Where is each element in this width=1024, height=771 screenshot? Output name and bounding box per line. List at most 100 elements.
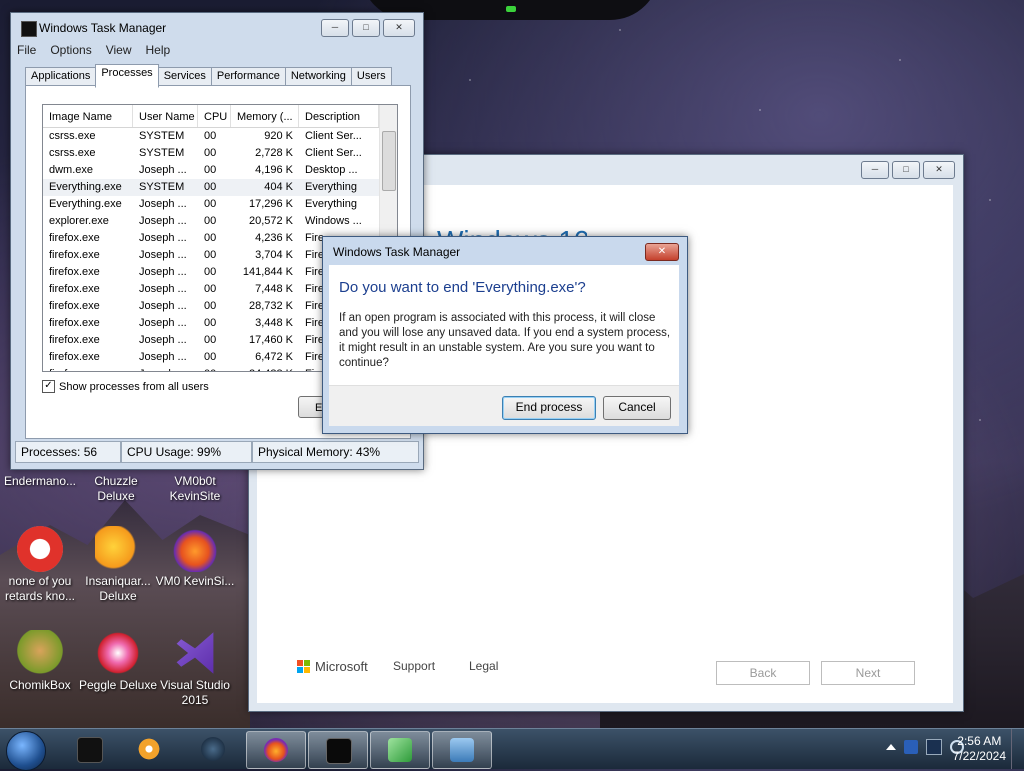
tm-caption-buttons: ─ □ ✕: [321, 19, 415, 37]
table-row[interactable]: csrss.exe SYSTEM 00 2,728 K Client Ser...: [43, 145, 397, 162]
table-row[interactable]: dwm.exe Joseph ... 00 4,196 K Desktop ...: [43, 162, 397, 179]
desktop-icon-label: Insaniquar... Deluxe: [85, 574, 151, 603]
taskbar-app-2[interactable]: [120, 731, 178, 767]
table-cell: Joseph ...: [139, 198, 187, 210]
desktop-icon-chomikbox[interactable]: ChomikBox: [0, 630, 80, 693]
network-icon[interactable]: [926, 739, 942, 755]
microsoft-logo-icon: [297, 660, 310, 673]
desktop-icon-visual-studio[interactable]: Visual Studio 2015: [155, 630, 235, 708]
table-cell: Joseph ...: [139, 283, 187, 295]
close-button[interactable]: ✕: [923, 161, 955, 179]
table-cell: 00: [204, 164, 217, 176]
desktop-icon-label: VM0b0t KevinSite: [169, 474, 221, 503]
table-cell: SYSTEM: [139, 130, 185, 142]
taskbar-task-manager[interactable]: [308, 731, 368, 769]
table-cell: 00: [204, 147, 217, 159]
maximize-button[interactable]: □: [892, 161, 920, 179]
table-cell: 3,704 K: [255, 249, 293, 261]
menu-bar: File Options View Help: [17, 43, 170, 57]
support-link[interactable]: Support: [393, 659, 435, 673]
desktop-icon-vm0b0t[interactable]: VM0b0t KevinSite: [155, 474, 235, 504]
shield-icon[interactable]: [904, 740, 918, 754]
taskbar-firefox[interactable]: [246, 731, 306, 769]
table-cell: SYSTEM: [139, 181, 185, 193]
setup-caption-buttons: ─ □ ✕: [861, 161, 955, 179]
clock[interactable]: 2:56 AM 7/22/2024: [953, 734, 1006, 764]
close-button[interactable]: ✕: [383, 19, 415, 37]
desktop-icon-label: Visual Studio 2015: [160, 678, 230, 707]
table-cell: 00: [204, 300, 217, 312]
menu-view[interactable]: View: [106, 43, 132, 57]
table-cell: firefox.exe: [49, 334, 100, 346]
minimize-button[interactable]: ─: [321, 19, 349, 37]
table-cell: 17,296 K: [248, 198, 293, 210]
start-button[interactable]: [6, 731, 46, 771]
desktop-icon-chuzzle[interactable]: Chuzzle Deluxe: [78, 474, 154, 504]
column-user-name[interactable]: User Name: [133, 105, 198, 127]
column-image-name[interactable]: Image Name: [43, 105, 133, 127]
task-manager-icon: [326, 738, 352, 764]
dialog-cancel-button[interactable]: Cancel: [603, 396, 671, 420]
maximize-button[interactable]: □: [352, 19, 380, 37]
scrollbar-thumb[interactable]: [382, 131, 396, 191]
setup-icon: [388, 738, 412, 762]
desktop-icon-peggle[interactable]: Peggle Deluxe: [78, 630, 158, 693]
table-cell: 00: [204, 232, 217, 244]
table-cell: Joseph ...: [139, 300, 187, 312]
show-desktop-button[interactable]: [1011, 729, 1024, 769]
table-cell: 141,844 K: [242, 266, 293, 278]
task-manager-icon: [21, 21, 37, 37]
table-cell: Joseph ...: [139, 317, 187, 329]
dialog-end-process-button[interactable]: End process: [502, 396, 596, 420]
dialog-title: Windows Task Manager: [333, 245, 461, 259]
taskbar-app-1[interactable]: [60, 731, 118, 767]
table-cell: 00: [204, 130, 217, 142]
table-cell: 00: [204, 198, 217, 210]
dialog-footer: End process Cancel: [329, 385, 679, 426]
end-process-dialog: Windows Task Manager ✕ Do you want to en…: [322, 236, 688, 434]
table-cell: 6,472 K: [255, 351, 293, 363]
table-cell: 20,572 K: [248, 215, 293, 227]
table-cell: csrss.exe: [49, 130, 96, 142]
status-processes: Processes: 56: [15, 441, 121, 463]
menu-help[interactable]: Help: [146, 43, 171, 57]
table-cell: dwm.exe: [49, 164, 94, 176]
desktop-icon-dragon[interactable]: none of you retards kno...: [0, 526, 80, 604]
desktop-icon-label: Endermano...: [3, 474, 77, 488]
window-title: Windows Task Manager: [39, 21, 167, 35]
minimize-button[interactable]: ─: [861, 161, 889, 179]
tab-processes[interactable]: Processes: [95, 64, 159, 88]
desktop-icon-insaniquarium[interactable]: Insaniquar... Deluxe: [78, 526, 158, 604]
task-manager-titlebar[interactable]: Windows Task Manager ─ □ ✕: [11, 13, 423, 41]
taskbar-setup[interactable]: [370, 731, 430, 769]
legal-link[interactable]: Legal: [469, 659, 498, 673]
taskbar-app-3[interactable]: [184, 731, 242, 767]
column-cpu[interactable]: CPU: [198, 105, 231, 127]
tray-expand-icon[interactable]: [886, 744, 896, 750]
dialog-message: If an open program is associated with th…: [339, 312, 671, 369]
menu-file[interactable]: File: [17, 43, 36, 57]
table-cell: firefox.exe: [49, 249, 100, 261]
taskbar-computer[interactable]: [432, 731, 492, 769]
table-row[interactable]: explorer.exe Joseph ... 00 20,572 K Windows …: [43, 213, 397, 230]
back-button[interactable]: Back: [716, 661, 810, 685]
desktop-icon-label: none of you retards kno...: [4, 574, 76, 603]
dragon-icon: [17, 526, 63, 572]
menu-options[interactable]: Options: [50, 43, 91, 57]
desktop-icon-endermano[interactable]: Endermano...: [0, 474, 80, 489]
table-cell: Everything: [305, 198, 357, 210]
show-all-processes[interactable]: ✓ Show processes from all users: [42, 380, 209, 393]
column-memory[interactable]: Memory (...: [231, 105, 299, 127]
dialog-close-button[interactable]: ✕: [645, 243, 679, 261]
table-cell: firefox.exe: [49, 266, 100, 278]
desktop-icon-vm0-kevinsite[interactable]: VM0 KevinSi...: [155, 526, 235, 589]
table-cell: 00: [204, 249, 217, 261]
show-all-checkbox[interactable]: ✓: [42, 380, 55, 393]
table-row[interactable]: Everything.exe Joseph ... 00 17,296 K Everyt…: [43, 196, 397, 213]
table-row[interactable]: csrss.exe SYSTEM 00 920 K Client Ser...: [43, 128, 397, 145]
column-description[interactable]: Description: [299, 105, 379, 127]
table-cell: 3,448 K: [255, 317, 293, 329]
dialog-question: Do you want to end 'Everything.exe'?: [339, 279, 586, 296]
next-button[interactable]: Next: [821, 661, 915, 685]
table-row[interactable]: Everything.exe SYSTEM 00 404 K Everything: [43, 179, 397, 196]
